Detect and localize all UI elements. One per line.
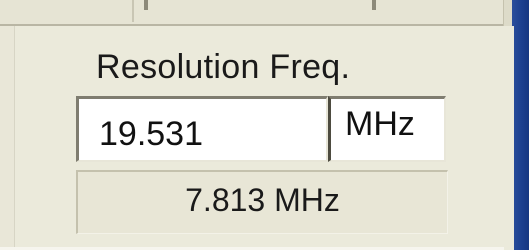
panel-left-edge xyxy=(0,26,15,250)
window-frame-edge xyxy=(512,0,529,250)
resolution-freq-input[interactable] xyxy=(79,99,326,160)
resolution-freq-label: Resolution Freq. xyxy=(96,48,351,86)
top-column-tick xyxy=(372,0,376,10)
top-column-tick xyxy=(144,0,148,10)
resolution-freq-field-frame xyxy=(76,96,328,162)
unit-label: MHz xyxy=(345,105,415,143)
computed-freq-value: 7.813 MHz xyxy=(185,182,340,218)
computed-freq-display: 7.813 MHz xyxy=(76,170,448,234)
unit-box[interactable]: MHz xyxy=(328,96,446,162)
resolution-freq-input-row: MHz xyxy=(76,96,448,166)
top-toolbar-strip xyxy=(0,0,510,26)
top-cell-divider xyxy=(132,0,134,22)
